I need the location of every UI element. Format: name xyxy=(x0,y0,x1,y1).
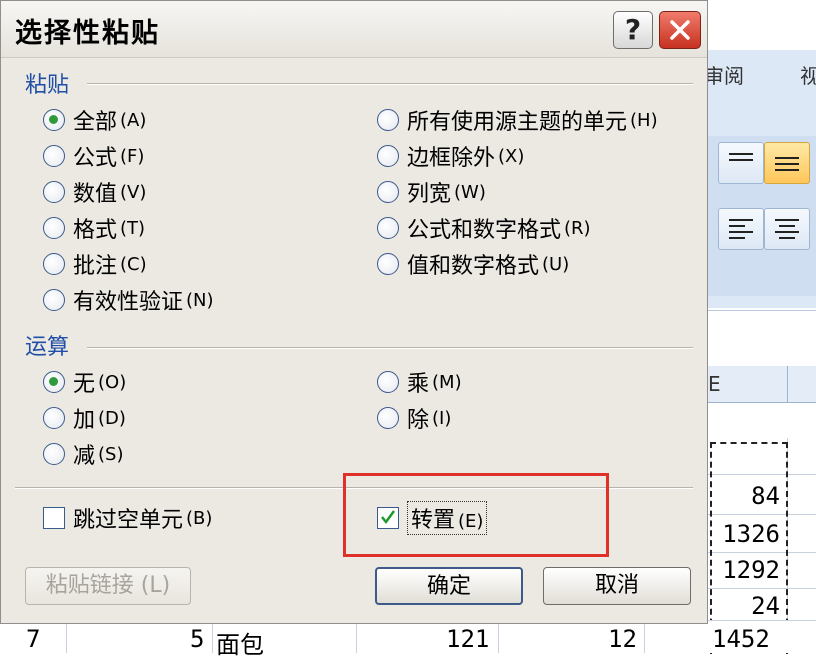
cell-value[interactable]: 121 xyxy=(446,625,489,653)
align-middle-button[interactable] xyxy=(764,142,810,184)
radio-indicator[interactable] xyxy=(43,181,65,203)
radio-indicator[interactable] xyxy=(43,145,65,167)
radio-indicator[interactable] xyxy=(43,109,65,131)
radio-indicator[interactable] xyxy=(377,371,399,393)
radio-indicator[interactable] xyxy=(43,371,65,393)
cell-value[interactable]: 1452 xyxy=(712,625,770,653)
ok-button[interactable]: 确定 xyxy=(375,567,523,605)
dialog-titlebar[interactable]: 选择性粘贴 ? xyxy=(1,1,707,58)
formula-bar[interactable] xyxy=(700,310,816,368)
radio-paste-validation[interactable]: 有效性验证 (N) xyxy=(43,285,214,315)
radio-indicator[interactable] xyxy=(377,109,399,131)
row-number: 7 xyxy=(26,625,41,653)
checkbox-skip-blanks[interactable]: 跳过空单元 (B) xyxy=(43,503,212,533)
operation-section-label: 运算 xyxy=(25,335,70,360)
paste-special-dialog: 选择性粘贴 ? 粘贴 全部 (A) 公式 (F) 数值 (V) 格式 (T) 批注 (C)… xyxy=(0,0,708,624)
radio-paste-values-number-formats[interactable]: 值和数字格式 (U) xyxy=(377,249,569,279)
dialog-title: 选择性粘贴 xyxy=(15,18,160,49)
radio-operation-add[interactable]: 加 (D) xyxy=(43,403,126,433)
align-top-button[interactable] xyxy=(718,142,764,184)
radio-operation-none[interactable]: 无 (O) xyxy=(43,367,126,397)
section-divider xyxy=(87,347,693,349)
radio-indicator[interactable] xyxy=(43,289,65,311)
radio-paste-formulas[interactable]: 公式 (F) xyxy=(43,141,144,171)
section-divider xyxy=(87,83,693,85)
radio-operation-multiply[interactable]: 乘 (M) xyxy=(377,367,462,397)
help-icon: ? xyxy=(624,13,642,46)
close-icon xyxy=(670,20,690,40)
cell-value[interactable]: 12 xyxy=(608,625,637,653)
radio-paste-formats[interactable]: 格式 (T) xyxy=(43,213,145,243)
highlight-annotation xyxy=(343,473,609,557)
align-center-button[interactable] xyxy=(764,208,810,250)
align-left-button[interactable] xyxy=(718,208,764,250)
radio-indicator[interactable] xyxy=(377,407,399,429)
paste-link-button[interactable]: 粘贴链接 (L) xyxy=(25,567,191,605)
radio-paste-formulas-number-formats[interactable]: 公式和数字格式 (R) xyxy=(377,213,591,243)
radio-indicator[interactable] xyxy=(377,217,399,239)
checkbox-indicator[interactable] xyxy=(43,507,65,529)
ribbon-tab-review[interactable]: 审阅 xyxy=(704,60,744,89)
cancel-button[interactable]: 取消 xyxy=(543,567,691,605)
ribbon-tab-view[interactable]: 视 xyxy=(800,60,816,89)
radio-indicator[interactable] xyxy=(43,443,65,465)
radio-operation-divide[interactable]: 除 (I) xyxy=(377,403,451,433)
radio-paste-values[interactable]: 数值 (V) xyxy=(43,177,146,207)
radio-indicator[interactable] xyxy=(43,253,65,275)
radio-paste-column-widths[interactable]: 列宽 (W) xyxy=(377,177,486,207)
cell-value[interactable]: 5 xyxy=(190,625,204,653)
column-header-e[interactable]: E xyxy=(700,366,816,403)
sheet-bottom-row: 7 5 面包 121 12 1452 xyxy=(0,620,816,659)
paste-section-label: 粘贴 xyxy=(25,73,70,98)
radio-paste-source-theme[interactable]: 所有使用源主题的单元 (H) xyxy=(377,105,658,135)
radio-indicator[interactable] xyxy=(43,217,65,239)
radio-paste-comments[interactable]: 批注 (C) xyxy=(43,249,147,279)
radio-paste-all[interactable]: 全部 (A) xyxy=(43,105,146,135)
radio-operation-subtract[interactable]: 减 (S) xyxy=(43,439,124,469)
radio-paste-no-borders[interactable]: 边框除外 (X) xyxy=(377,141,524,171)
cell-value[interactable]: 面包 xyxy=(216,625,264,660)
help-button[interactable]: ? xyxy=(613,11,653,49)
radio-indicator[interactable] xyxy=(377,253,399,275)
radio-indicator[interactable] xyxy=(43,407,65,429)
radio-indicator[interactable] xyxy=(377,181,399,203)
close-button[interactable] xyxy=(659,11,701,49)
radio-indicator[interactable] xyxy=(377,145,399,167)
